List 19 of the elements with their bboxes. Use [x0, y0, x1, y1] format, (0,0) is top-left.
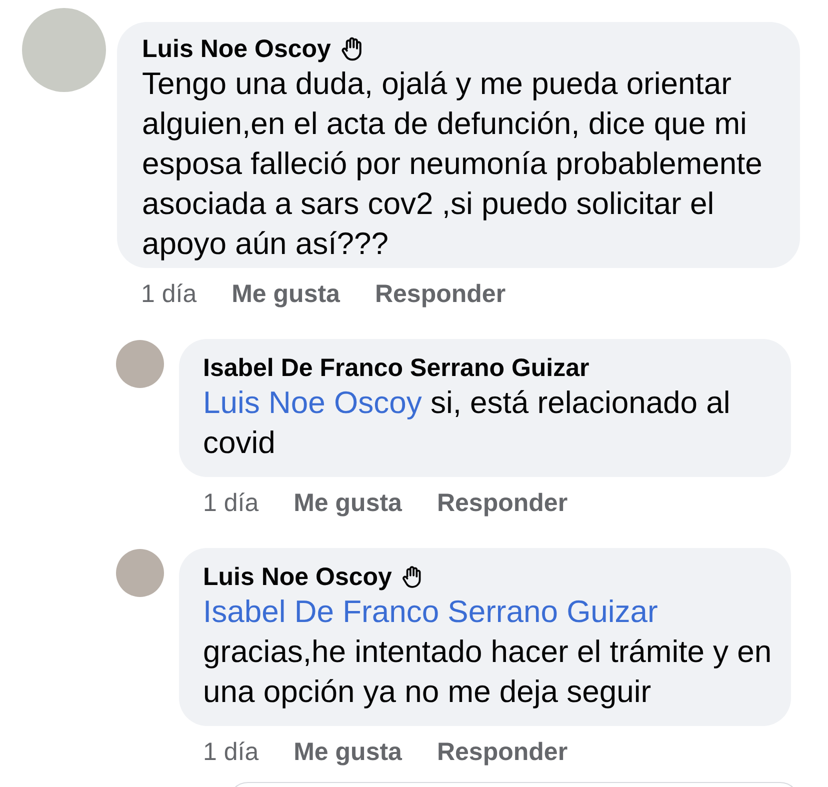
- author-name[interactable]: Isabel De Franco Serrano Guizar: [203, 353, 590, 383]
- comment-text: Isabel De Franco Serrano Guizar gracias,he intentado hacer el trámite y en una opción ya no me deja seguir: [203, 593, 773, 711]
- reply-link[interactable]: Responder: [436, 738, 568, 766]
- like-link[interactable]: Me gusta: [294, 738, 402, 766]
- reply-link[interactable]: Responder: [436, 489, 568, 517]
- reply-link[interactable]: Responder: [374, 280, 506, 308]
- author-name[interactable]: Luis Noe Oscoy: [142, 34, 331, 64]
- time-label: 1 día: [203, 489, 259, 517]
- comment-text: Luis Noe Oscoy si, está relacionado al covid: [203, 384, 732, 462]
- comment-text: Tengo una duda, ojalá y me pueda orientar alguien,en el acta de defunción, dice que mi esposa falleció por neumonía probablemente asociada a sars cov2 ,si puedo solicitar el apoyo aún así???: [142, 65, 764, 263]
- time-label: 1 día: [203, 738, 259, 766]
- mention-link[interactable]: Luis Noe Oscoy: [203, 385, 422, 420]
- time-label: 1 día: [141, 280, 197, 308]
- avatar[interactable]: [116, 549, 164, 597]
- avatar[interactable]: [116, 340, 164, 388]
- like-link[interactable]: Me gusta: [294, 489, 402, 517]
- mention-link[interactable]: Isabel De Franco Serrano Guizar: [203, 594, 658, 629]
- author-name[interactable]: Luis Noe Oscoy: [203, 562, 392, 592]
- like-link[interactable]: Me gusta: [232, 280, 340, 308]
